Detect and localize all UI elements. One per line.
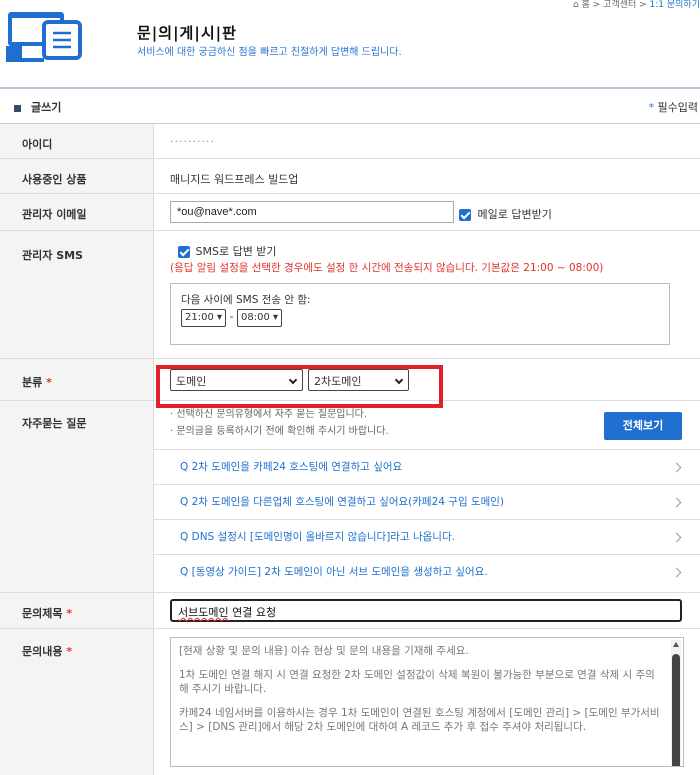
scroll-up-icon[interactable] xyxy=(673,642,679,647)
sms-from-select[interactable]: 21:00 ▾ xyxy=(181,309,227,327)
row-body: 문의내용 * [현재 상황 및 문의 내용] 이슈 현상 및 문의 내용을 기재… xyxy=(0,629,700,775)
faq-question: Q DNS 설정시 [도메인명이 올바르지 않습니다]라고 나옵니다. xyxy=(180,531,455,543)
sms-quiet-box: 다음 사이에 SMS 전송 안 함: 21:00 ▾ - 08:00 ▾ xyxy=(170,283,670,345)
view-all-button[interactable]: 전체보기 xyxy=(604,412,682,440)
subject-spellcheck-word: 서브도메인 xyxy=(178,606,229,619)
chevron-right-icon xyxy=(671,497,682,508)
product-label: 사용중인 상품 xyxy=(0,159,154,193)
bullet-square-icon xyxy=(14,104,21,112)
body-label-text: 문의내용 xyxy=(22,645,63,658)
sms-to-value: 08:00 xyxy=(241,312,270,323)
faq-label: 자주묻는 질문 xyxy=(0,401,154,592)
required-star: * xyxy=(66,607,73,620)
chevron-down-icon: ▾ xyxy=(217,312,223,323)
email-reply-checkbox[interactable] xyxy=(459,209,471,221)
subject-label-text: 문의제목 xyxy=(22,607,63,620)
product-value: 매니지드 워드프레스 빌드업 xyxy=(170,173,299,186)
sms-from-value: 21:00 xyxy=(185,312,214,323)
body-scrollbar[interactable] xyxy=(671,640,681,766)
subject-rest: 연결 요청 xyxy=(228,606,277,619)
sms-warning: (응답 알림 설정을 선택한 경우에도 설정 한 시간에 전송되지 않습니다. … xyxy=(170,262,604,274)
faq-question: Q 2차 도메인을 다른업체 호스팅에 연결하고 싶어요(카페24 구입 도메인… xyxy=(180,496,505,508)
sms-separator: - xyxy=(229,310,234,323)
page-title: 문|의|게|시|판 xyxy=(137,24,237,42)
email-reply-label: 메일로 답변받기 xyxy=(477,208,552,221)
sms-quiet-label: 다음 사이에 SMS 전송 안 함: xyxy=(181,294,311,306)
required-star: * xyxy=(46,376,52,389)
row-category: 분류 * 도메인 2차도메인 xyxy=(0,359,700,408)
chevron-right-icon xyxy=(671,462,682,473)
subject-label: 문의제목 * xyxy=(0,593,154,628)
email-label: 관리자 이메일 xyxy=(0,194,154,230)
faq-item[interactable]: Q 2차 도메인을 다른업체 호스팅에 연결하고 싶어요(카페24 구입 도메인… xyxy=(154,484,700,519)
chevron-down-icon: ▾ xyxy=(273,312,279,323)
required-star: * xyxy=(66,645,73,658)
sms-reply-checkbox[interactable] xyxy=(178,246,190,258)
breadcrumb-support[interactable]: 고객센터 xyxy=(603,0,636,10)
breadcrumb-current: 1:1 문의하기 xyxy=(649,0,700,10)
row-email: 관리자 이메일 메일로 답변받기 xyxy=(0,194,700,231)
email-field[interactable] xyxy=(170,201,454,223)
faq-question: Q 2차 도메인을 카페24 호스팅에 연결하고 싶어요 xyxy=(180,461,403,473)
home-icon[interactable]: ⌂ xyxy=(573,0,579,10)
board-logo-icon xyxy=(6,12,82,62)
sms-label: 관리자 SMS xyxy=(0,231,154,358)
required-label: 필수입력 xyxy=(657,101,698,114)
board-header: 문|의|게|시|판 서비스에 대한 궁금하신 점을 빠르고 친절하게 답변해 드… xyxy=(0,10,700,72)
required-note: * 필수입력 xyxy=(649,99,698,115)
sms-reply-option: SMS로 답변 받기 xyxy=(170,243,700,259)
chevron-right-icon xyxy=(671,532,682,543)
subject-input[interactable]: 서브도메인 연결 요청 xyxy=(170,599,682,622)
category-label-text: 분류 xyxy=(22,376,43,389)
email-reply-option: 메일로 답변받기 xyxy=(459,206,552,222)
body-paragraph: 1차 도메인 연결 해지 시 연결 요청한 2차 도메인 설정값이 삭제 복원이… xyxy=(179,669,655,695)
id-label: 아이디 xyxy=(0,124,154,158)
body-label: 문의내용 * xyxy=(0,629,154,775)
body-paragraph: 카페24 네임서버를 이용하시는 경우 1차 도메인이 연결된 호스팅 계정에서… xyxy=(179,707,660,733)
sms-reply-label: SMS로 답변 받기 xyxy=(195,245,277,258)
chevron-right-icon xyxy=(671,567,682,578)
required-star: * xyxy=(648,101,655,114)
page-subtitle: 서비스에 대한 궁금하신 점을 빠르고 친절하게 답변해 드립니다. xyxy=(137,47,402,58)
faq-item[interactable]: Q [동영상 가이드] 2차 도메인이 아닌 서브 도메인을 생성하고 싶어요. xyxy=(154,554,700,589)
write-bar: 글쓰기 * 필수입력 xyxy=(0,89,700,123)
row-sms: 관리자 SMS SMS로 답변 받기 (응답 알림 설정을 선택한 경우에도 설… xyxy=(0,231,700,359)
write-heading: 글쓰기 xyxy=(14,99,61,115)
faq-item[interactable]: Q 2차 도메인을 카페24 호스팅에 연결하고 싶어요 xyxy=(154,449,700,484)
inquiry-form: 아이디 ·········· 사용중인 상품 매니지드 워드프레스 빌드업 관리… xyxy=(0,123,700,775)
row-id: 아이디 ·········· xyxy=(0,124,700,159)
row-subject: 문의제목 * 서브도메인 연결 요청 xyxy=(0,593,700,629)
faq-question: Q [동영상 가이드] 2차 도메인이 아닌 서브 도메인을 생성하고 싶어요. xyxy=(180,566,488,578)
scroll-thumb[interactable] xyxy=(672,654,680,766)
id-value: ·········· xyxy=(170,135,215,148)
sms-to-select[interactable]: 08:00 ▾ xyxy=(237,309,283,327)
body-paragraph: [현재 상황 및 문의 내용] 이슈 현상 및 문의 내용을 기재해 주세요. xyxy=(179,645,469,657)
body-textarea[interactable]: [현재 상황 및 문의 내용] 이슈 현상 및 문의 내용을 기재해 주세요. … xyxy=(170,637,684,767)
faq-item[interactable]: Q DNS 설정시 [도메인명이 올바르지 않습니다]라고 나옵니다. xyxy=(154,519,700,554)
breadcrumb: ⌂ 홈 > 고객센터 > 1:1 문의하기 xyxy=(573,0,700,10)
row-product: 사용중인 상품 매니지드 워드프레스 빌드업 xyxy=(0,159,700,194)
row-faq: 자주묻는 질문 · 선택하신 문의유형에서 자주 묻는 질문입니다. · 문의글… xyxy=(0,401,700,593)
category-label: 분류 * xyxy=(0,359,154,400)
breadcrumb-home[interactable]: 홈 xyxy=(582,0,590,10)
write-label: 글쓰기 xyxy=(31,101,62,114)
